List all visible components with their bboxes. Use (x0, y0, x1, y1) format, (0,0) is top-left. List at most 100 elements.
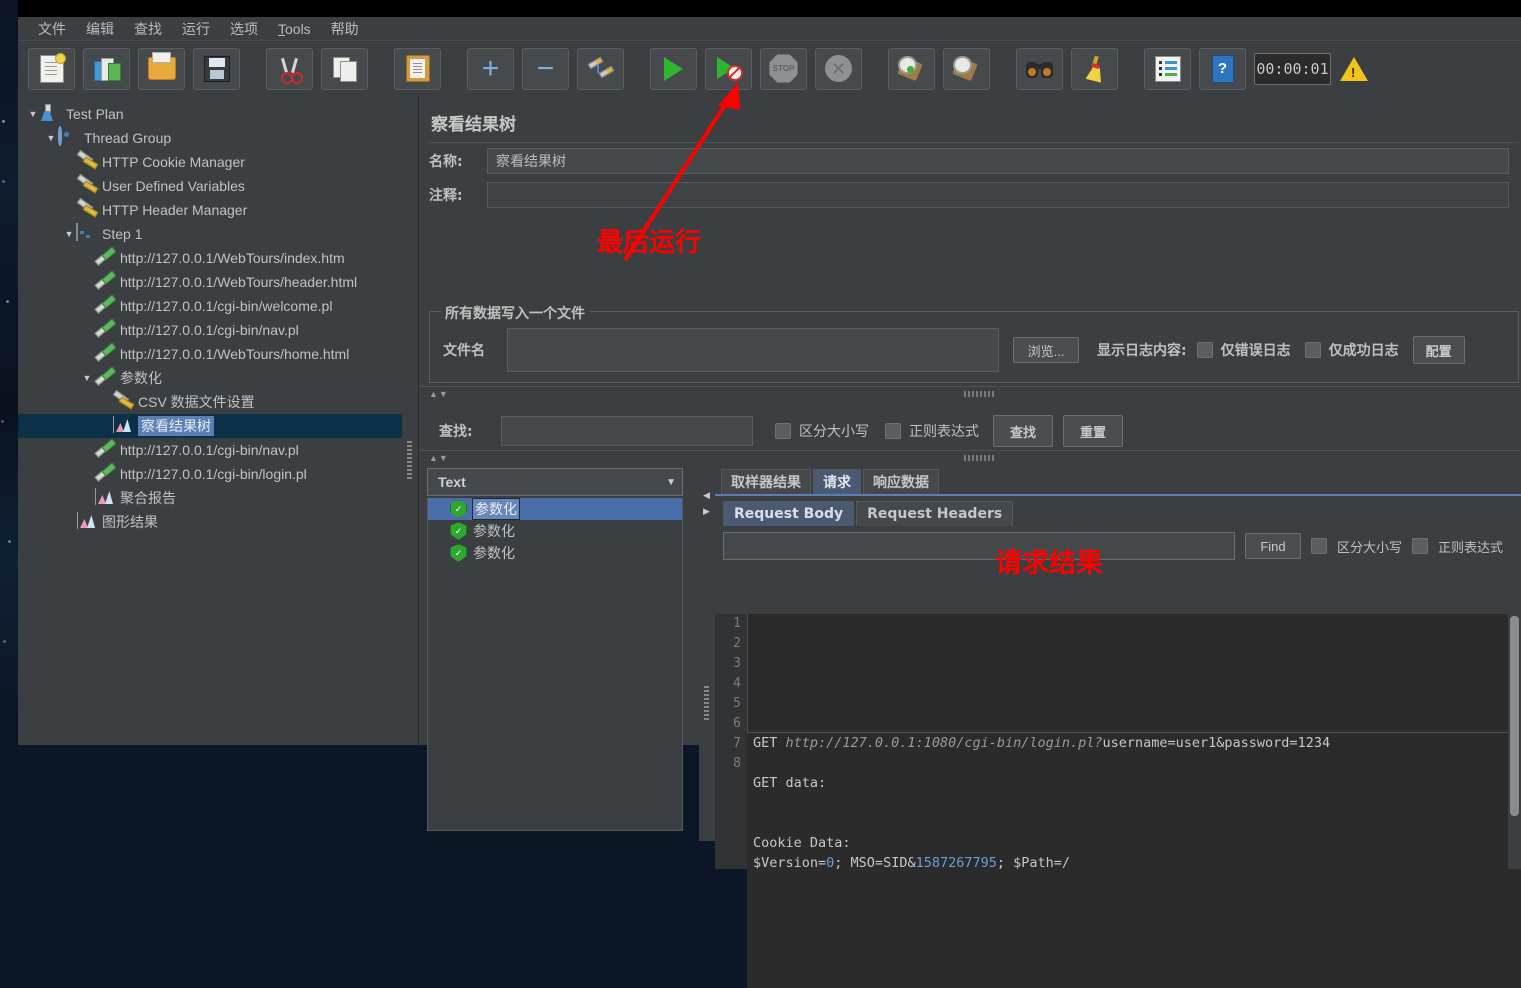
tree-toggle-icon[interactable]: ▸ (80, 301, 94, 312)
open-button[interactable] (138, 47, 185, 90)
help-button[interactable]: ? (1199, 47, 1246, 90)
search-reset-button[interactable] (1071, 47, 1118, 90)
tree-node[interactable]: ▸ HTTP Cookie Manager (18, 149, 402, 174)
tree-node[interactable]: ▼ Test Plan (18, 102, 402, 126)
tree-node[interactable]: ▸ http://127.0.0.1/cgi-bin/login.pl (18, 462, 402, 486)
request-find-input[interactable] (723, 532, 1235, 560)
tree-toggle-icon[interactable]: ▸ (62, 517, 76, 528)
result-list-item[interactable]: ✓ 参数化 (428, 520, 682, 542)
shutdown-button[interactable]: ✕ (815, 47, 862, 90)
menu-help[interactable]: 帮助 (321, 17, 369, 41)
results-splitter[interactable]: ◀ ▶ (699, 468, 715, 841)
splitter-arrows[interactable]: ▲▼ (429, 389, 449, 399)
tree-node[interactable]: ▼ Step 1 (18, 222, 402, 246)
detail-splitter-2[interactable]: ▲▼ (419, 450, 1521, 465)
request-subtabs[interactable]: Request Body Request Headers (715, 496, 1521, 526)
tree-node[interactable]: ▸ CSV 数据文件设置 (18, 389, 402, 414)
tree-node[interactable]: ▼ 参数化 (18, 366, 402, 390)
tree-node[interactable]: ▸ http://127.0.0.1/cgi-bin/nav.pl (18, 438, 402, 462)
tree-node[interactable]: ▸ http://127.0.0.1/WebTours/home.html (18, 342, 402, 366)
function-helper-button[interactable] (1144, 47, 1191, 90)
tree-toggle-icon[interactable]: ▸ (80, 349, 94, 360)
result-tab[interactable]: 请求 (813, 469, 861, 494)
tree-node[interactable]: ▸ http://127.0.0.1/cgi-bin/nav.pl (18, 318, 402, 342)
collapse-all-button[interactable]: − (522, 47, 569, 90)
tree-toggle-icon[interactable]: ▸ (62, 205, 76, 216)
paste-button[interactable] (394, 47, 441, 90)
tree-toggle-icon[interactable]: ▸ (80, 253, 94, 264)
result-tab[interactable]: 响应数据 (863, 469, 939, 494)
start-button[interactable] (650, 47, 697, 90)
menu-options[interactable]: 选项 (220, 17, 268, 41)
menu-run[interactable]: 运行 (172, 17, 220, 41)
success-only-checkbox[interactable] (1304, 342, 1321, 358)
new-button[interactable] (28, 47, 75, 90)
tree-toggle-icon[interactable]: ▸ (98, 421, 112, 432)
find-button[interactable]: 查找 (993, 415, 1053, 447)
stop-button[interactable]: STOP (760, 47, 807, 90)
search-input[interactable] (501, 416, 753, 446)
request-subtab[interactable]: Request Body (723, 501, 855, 526)
request-subtab[interactable]: Request Headers (856, 501, 1014, 526)
detail-splitter-1[interactable]: ▲▼ (419, 386, 1521, 401)
templates-button[interactable] (83, 47, 130, 90)
toggle-button[interactable] (577, 47, 624, 90)
tree-toggle-icon[interactable]: ▸ (80, 325, 94, 336)
tree-node[interactable]: ▸ http://127.0.0.1/cgi-bin/welcome.pl (18, 294, 402, 318)
scrollbar-thumb[interactable] (1510, 616, 1519, 816)
name-input[interactable]: 察看结果树 (487, 148, 1509, 174)
save-button[interactable] (193, 47, 240, 90)
search-regex-checkbox[interactable] (885, 423, 901, 439)
errors-only-checkbox[interactable] (1196, 342, 1213, 358)
tree-toggle-icon[interactable]: ▸ (80, 277, 94, 288)
results-list[interactable]: ✓ 参数化 ✓ 参数化 ✓ 参数化 (427, 498, 683, 831)
tree-toggle-icon[interactable]: ▸ (62, 157, 76, 168)
expand-all-button[interactable]: + (467, 47, 514, 90)
search-case-checkbox[interactable] (775, 423, 791, 439)
result-tab[interactable]: 取样器结果 (721, 469, 811, 494)
tree-toggle-icon[interactable]: ▼ (44, 133, 58, 143)
result-tabs[interactable]: 取样器结果 请求 响应数据 (715, 468, 1521, 494)
configure-button[interactable]: 配置 (1412, 336, 1465, 364)
tree-toggle-icon[interactable]: ▸ (80, 445, 94, 456)
request-regex-checkbox[interactable] (1412, 538, 1429, 554)
splitter-arrows-2[interactable]: ▲▼ (429, 453, 449, 463)
tree-node[interactable]: ▸ HTTP Header Manager (18, 197, 402, 222)
request-case-checkbox[interactable] (1311, 538, 1327, 554)
comment-input[interactable] (487, 182, 1509, 208)
filename-input[interactable] (507, 328, 999, 372)
collapse-left-arrow-icon[interactable]: ◀ (703, 490, 710, 501)
clear-all-button[interactable] (943, 47, 990, 90)
tree-toggle-icon[interactable]: ▸ (98, 397, 112, 408)
collapse-right-arrow-icon[interactable]: ▶ (703, 506, 710, 517)
search-button[interactable] (1016, 47, 1063, 90)
result-list-item[interactable]: ✓ 参数化 (428, 542, 682, 564)
cut-button[interactable] (266, 47, 313, 90)
tree-toggle-icon[interactable]: ▸ (62, 181, 76, 192)
test-plan-tree[interactable]: ▼ Test Plan ▼ Thread Group ▸ HTTP Cookie Mana… (18, 96, 402, 534)
warning-indicator[interactable] (1339, 54, 1369, 84)
tree-node[interactable]: ▼ Thread Group (18, 126, 402, 150)
tree-node[interactable]: ▸ User Defined Variables (18, 173, 402, 198)
request-find-button[interactable]: Find (1245, 533, 1301, 559)
menu-edit[interactable]: 编辑 (76, 17, 124, 41)
tree-toggle-icon[interactable]: ▼ (26, 109, 40, 119)
tree-node[interactable]: ▸ 聚合报告 (18, 486, 402, 510)
tree-toggle-icon[interactable]: ▸ (80, 493, 94, 504)
tree-node[interactable]: ▸ http://127.0.0.1/WebTours/header.html (18, 270, 402, 294)
menu-search[interactable]: 查找 (124, 17, 172, 41)
tree-toggle-icon[interactable]: ▼ (62, 229, 76, 239)
menu-file[interactable]: 文件 (28, 17, 76, 41)
browse-button[interactable]: 浏览... (1013, 337, 1079, 363)
tree-detail-splitter[interactable] (402, 96, 418, 745)
copy-button[interactable] (321, 47, 368, 90)
clear-button[interactable] (888, 47, 935, 90)
tree-toggle-icon[interactable]: ▼ (80, 373, 94, 383)
tree-node[interactable]: ▸ 图形结果 (18, 510, 402, 534)
request-body-viewer[interactable]: 1 2 3 4 5 6 7 8 GET http://127.0.0.1:1080/cgi-b… (715, 614, 1521, 988)
result-list-item[interactable]: ✓ 参数化 (428, 498, 682, 520)
tree-node[interactable]: ▸ 察看结果树 (18, 414, 402, 438)
render-selector[interactable]: Text ▼ (427, 468, 683, 496)
tree-node[interactable]: ▸ http://127.0.0.1/WebTours/index.htm (18, 246, 402, 270)
start-no-pause-button[interactable] (705, 47, 752, 90)
